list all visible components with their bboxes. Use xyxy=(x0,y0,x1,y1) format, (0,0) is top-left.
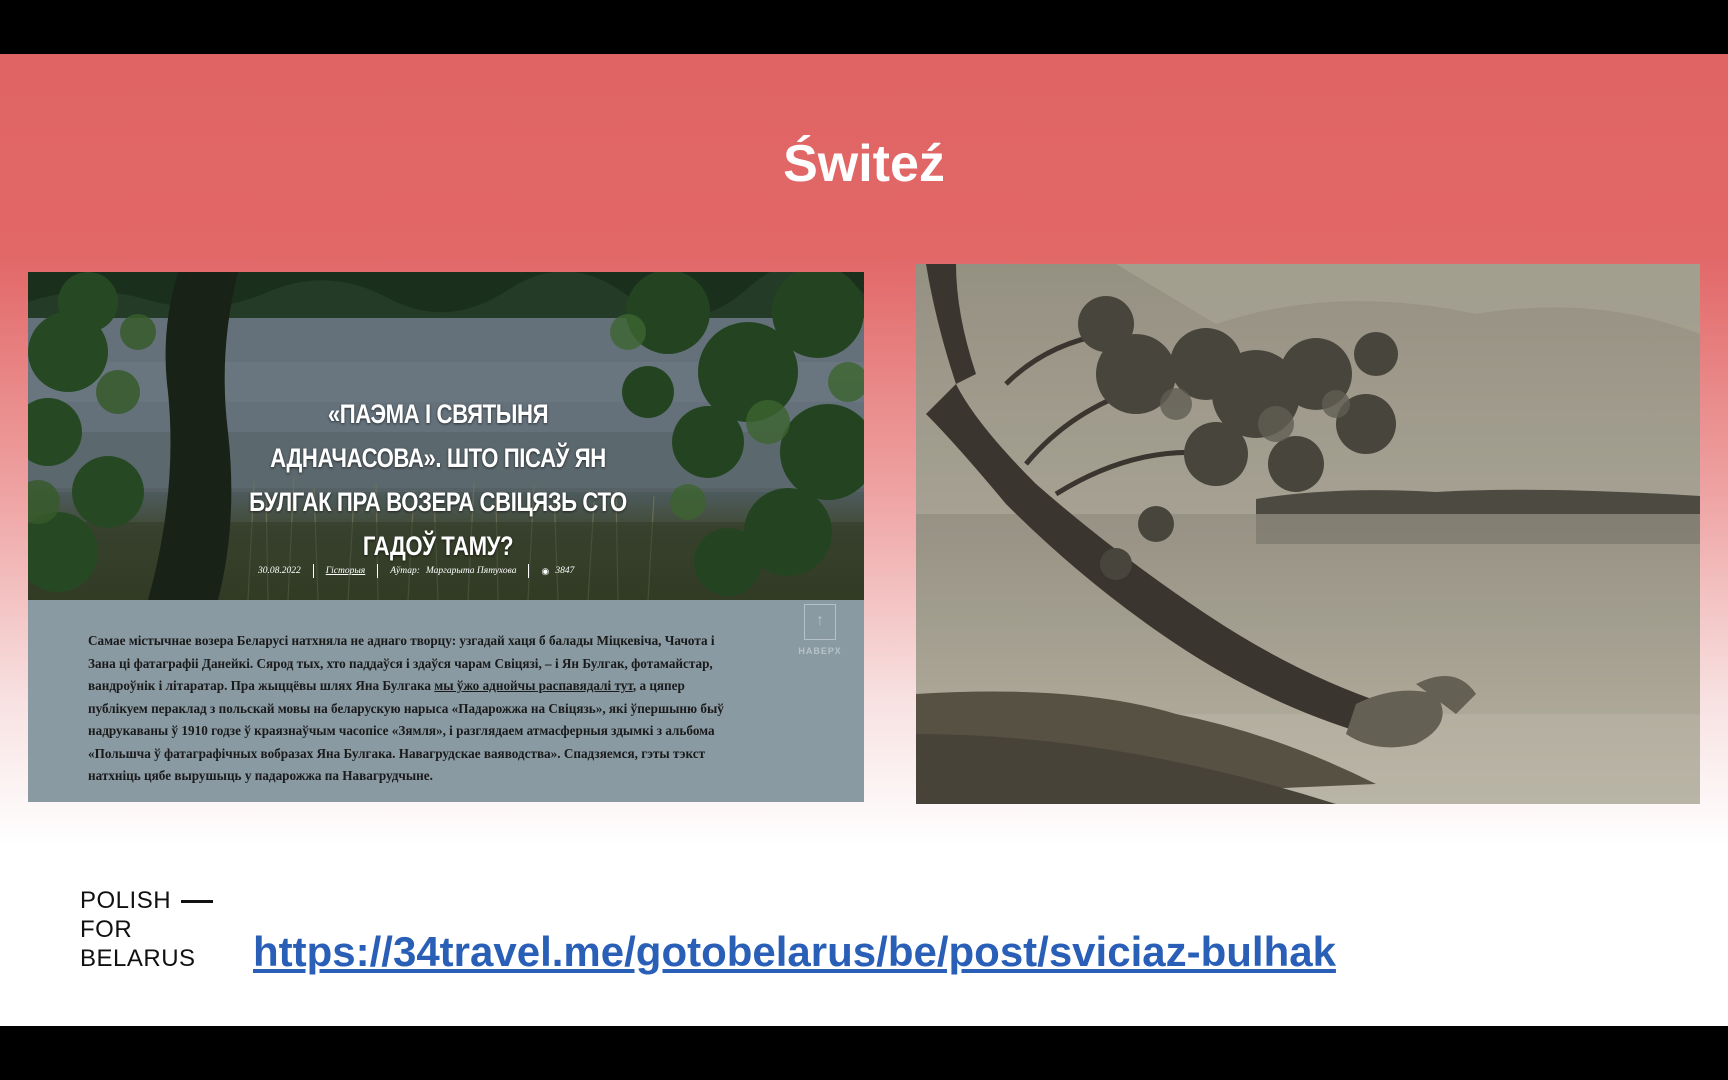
scroll-to-top-button[interactable]: ↑ xyxy=(804,604,836,640)
article-author-label: Аўтар: xyxy=(390,566,420,576)
article-author: Маргарыта Пятухова xyxy=(425,566,517,576)
article-date: 30.08.2022 xyxy=(258,566,301,576)
logo-text-polish: POLISH xyxy=(80,887,172,914)
historic-lake-photo xyxy=(916,264,1700,804)
meta-separator xyxy=(528,564,530,578)
arrow-up-icon: ↑ xyxy=(816,612,824,629)
article-meta: 30.08.2022 Гісторыя Аўтар: Маргарыта Пят… xyxy=(258,564,574,578)
logo-line-1: POLISH xyxy=(80,886,214,915)
article-heading: «ПАЭМА І СВЯТЫНЯ АДНАЧАСОВА». ШТО ПІСАЎ … xyxy=(249,399,627,561)
slide-title: Świteź xyxy=(783,135,945,193)
article-views: 3847 xyxy=(555,566,575,576)
meta-separator xyxy=(312,564,314,578)
logo-line-2: FOR xyxy=(80,916,133,943)
meta-separator xyxy=(377,564,379,578)
article-body-panel: Самае містычнае возера Беларусі натхняла… xyxy=(28,600,864,802)
article-screenshot: «ПАЭМА І СВЯТЫНЯ АДНАЧАСОВА». ШТО ПІСАЎ … xyxy=(28,272,864,802)
logo-dash xyxy=(181,900,214,904)
article-hero-image: «ПАЭМА І СВЯТЫНЯ АДНАЧАСОВА». ШТО ПІСАЎ … xyxy=(28,272,864,600)
article-inline-link[interactable]: мы ўжо аднойчы распавядалі тут xyxy=(434,678,633,693)
polish-for-belarus-logo: POLISH FOR BELARUS xyxy=(80,886,214,973)
article-intro: Самае містычнае возера Беларусі натхняла… xyxy=(88,630,728,788)
slide: Świteź «ПАЭМА І СВЯТЫНЯ АДНАЧАСОВА». ШТО… xyxy=(0,54,1728,1026)
article-category-link[interactable]: Гісторыя xyxy=(326,566,365,576)
article-intro-text-2: , а цяпер публікуем пераклад з польскай … xyxy=(88,678,724,783)
logo-line-3: BELARUS xyxy=(80,945,196,972)
scroll-to-top-label: НАВЕРХ xyxy=(798,646,842,656)
source-link[interactable]: https://34travel.me/gotobelarus/be/post/… xyxy=(253,928,1336,976)
pine-tree-lake-photo xyxy=(916,264,1700,804)
eye-icon: ◉ xyxy=(541,565,550,576)
